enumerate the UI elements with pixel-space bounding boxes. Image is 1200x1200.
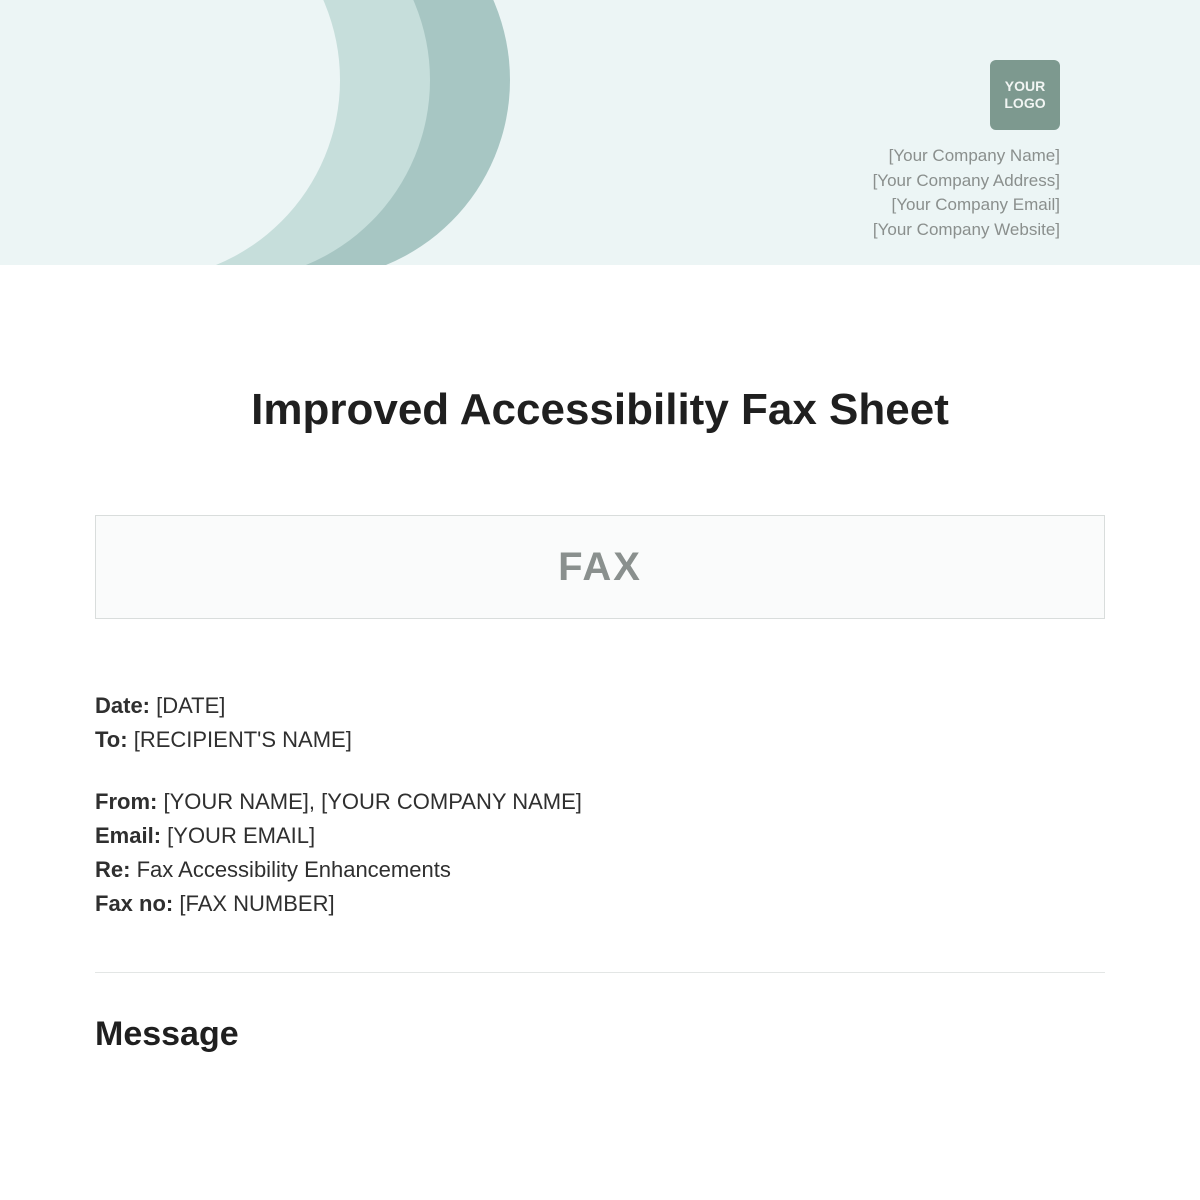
field-email-value: [YOUR EMAIL] <box>167 823 315 848</box>
field-group-sender: From: [YOUR NAME], [YOUR COMPANY NAME] E… <box>95 785 1105 921</box>
company-lines: [Your Company Name] [Your Company Addres… <box>873 144 1060 243</box>
logo-text-line1: YOUR <box>1005 78 1045 94</box>
company-email: [Your Company Email] <box>873 193 1060 218</box>
section-divider <box>95 972 1105 973</box>
field-re: Re: Fax Accessibility Enhancements <box>95 853 1105 887</box>
field-faxno-value: [FAX NUMBER] <box>179 891 334 916</box>
company-info-block: YOUR LOGO [Your Company Name] [Your Comp… <box>873 60 1060 243</box>
document-content: Improved Accessibility Fax Sheet FAX Dat… <box>0 385 1200 1054</box>
document-title: Improved Accessibility Fax Sheet <box>95 385 1105 435</box>
field-from-label: From: <box>95 789 157 814</box>
field-faxno: Fax no: [FAX NUMBER] <box>95 887 1105 921</box>
fax-banner-box: FAX <box>95 515 1105 619</box>
field-re-value: Fax Accessibility Enhancements <box>137 857 451 882</box>
field-date-value: [DATE] <box>156 693 225 718</box>
field-date-label: Date: <box>95 693 150 718</box>
company-address: [Your Company Address] <box>873 169 1060 194</box>
field-date: Date: [DATE] <box>95 689 1105 723</box>
company-website: [Your Company Website] <box>873 218 1060 243</box>
logo-text-line2: LOGO <box>1004 95 1045 111</box>
field-faxno-label: Fax no: <box>95 891 173 916</box>
field-to-value: [RECIPIENT'S NAME] <box>134 727 352 752</box>
field-to: To: [RECIPIENT'S NAME] <box>95 723 1105 757</box>
field-to-label: To: <box>95 727 128 752</box>
field-email: Email: [YOUR EMAIL] <box>95 819 1105 853</box>
fax-fields: Date: [DATE] To: [RECIPIENT'S NAME] From… <box>95 689 1105 922</box>
fax-banner-label: FAX <box>558 545 642 590</box>
logo-placeholder: YOUR LOGO <box>990 60 1060 130</box>
field-email-label: Email: <box>95 823 161 848</box>
field-re-label: Re: <box>95 857 130 882</box>
company-name: [Your Company Name] <box>873 144 1060 169</box>
field-from-value: [YOUR NAME], [YOUR COMPANY NAME] <box>163 789 581 814</box>
header-band: YOUR LOGO [Your Company Name] [Your Comp… <box>0 0 1200 265</box>
field-group-recipient: Date: [DATE] To: [RECIPIENT'S NAME] <box>95 689 1105 757</box>
field-from: From: [YOUR NAME], [YOUR COMPANY NAME] <box>95 785 1105 819</box>
message-heading: Message <box>95 1015 1105 1054</box>
